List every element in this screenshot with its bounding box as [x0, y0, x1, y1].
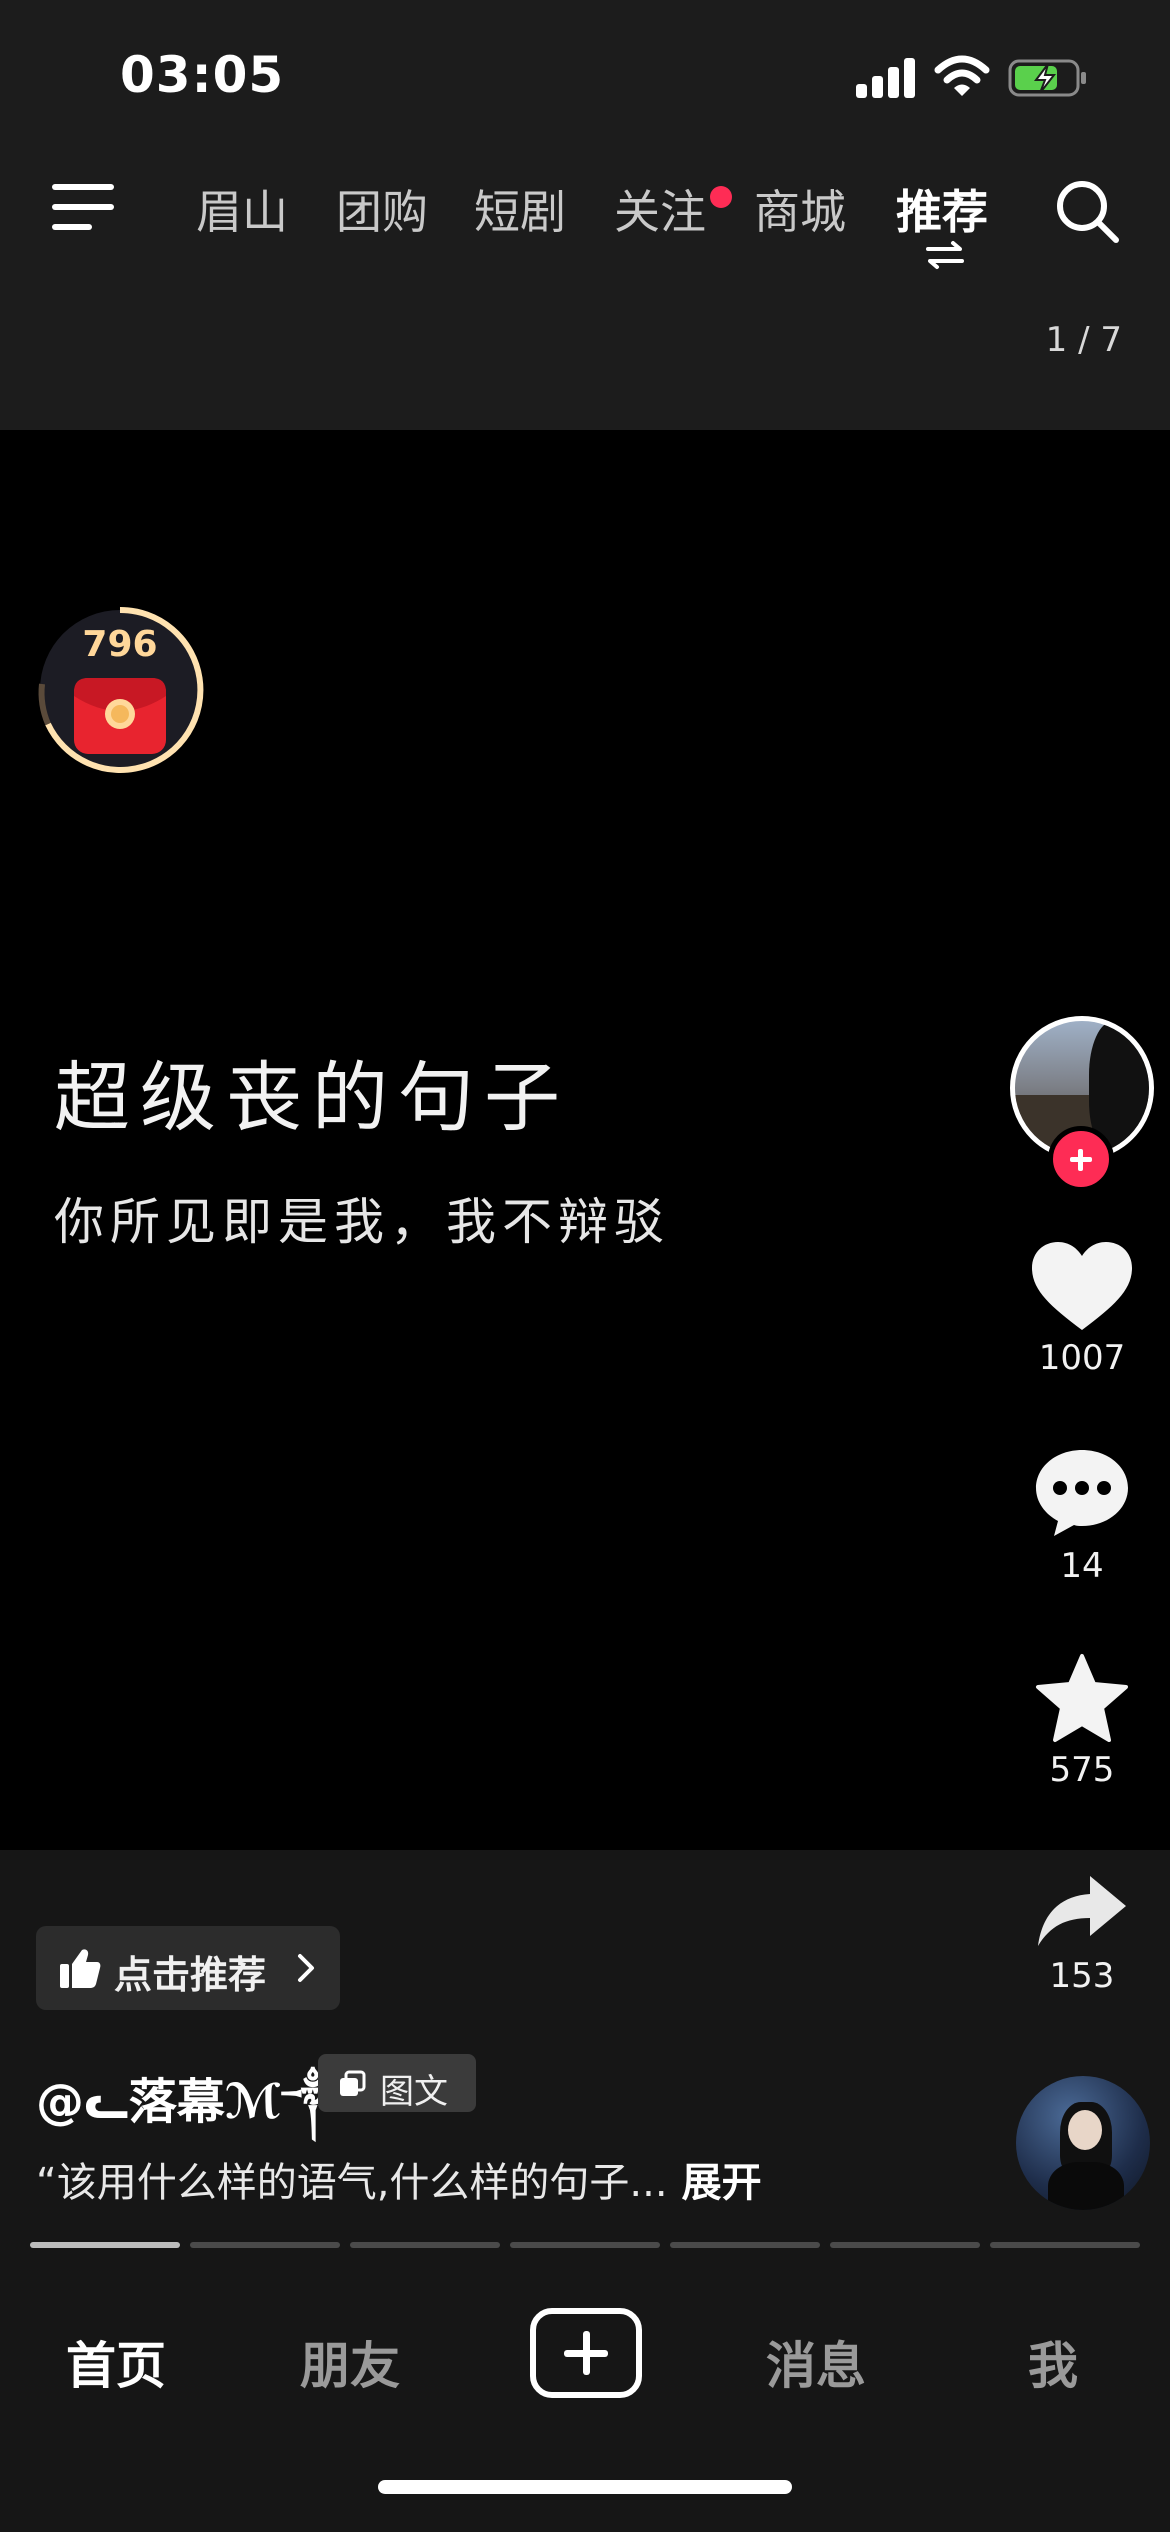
share-count: 153	[1049, 1956, 1115, 1996]
tab-following[interactable]: 关注	[614, 176, 706, 242]
image-progress	[30, 2242, 1140, 2250]
share-button[interactable]: 153	[1020, 1872, 1144, 1996]
progress-segment	[350, 2242, 500, 2248]
post-subtitle: 你所见即是我，我不辩驳	[54, 1193, 670, 1251]
tab-recommend[interactable]: 推荐	[896, 176, 988, 242]
tab-short-drama[interactable]: 短剧	[474, 176, 566, 242]
nav-me[interactable]: 我	[1028, 2326, 1078, 2398]
status-time: 03:05	[120, 46, 285, 104]
status-bar: 03:05	[0, 0, 1170, 150]
thumbs-up-icon	[60, 1949, 101, 1988]
recommend-label: 点击推荐	[114, 1953, 267, 1997]
tab-meishan[interactable]: 眉山	[196, 176, 288, 242]
progress-segment	[990, 2242, 1140, 2248]
post-title: 超级丧的句子	[54, 1053, 570, 1142]
battery-icon	[1008, 59, 1086, 97]
nav-messages[interactable]: 消息	[766, 2326, 866, 2398]
create-button[interactable]	[530, 2308, 642, 2398]
tab-bar: 眉山 团购 短剧 关注 商城 推荐	[0, 176, 1170, 256]
wifi-icon	[934, 55, 990, 96]
gallery-icon	[340, 2070, 366, 2096]
progress-segment	[670, 2242, 820, 2248]
comment-icon	[1036, 1450, 1128, 1536]
recommend-button[interactable]: 点击推荐	[36, 1926, 340, 2010]
comment-button[interactable]: 14	[1020, 1446, 1144, 1586]
signal-icon	[856, 56, 916, 98]
nav-friends[interactable]: 朋友	[300, 2326, 400, 2398]
top-nav: 眉山 团购 短剧 关注 商城 推荐 1 / 7	[0, 150, 1170, 430]
notification-dot	[710, 186, 732, 208]
follow-button[interactable]	[1048, 1126, 1114, 1192]
favorite-count: 575	[1049, 1750, 1115, 1790]
swap-icon[interactable]	[924, 240, 966, 270]
expand-button[interactable]: 展开	[682, 2160, 762, 2206]
heart-icon	[1032, 1242, 1132, 1330]
search-icon[interactable]	[1052, 176, 1122, 246]
music-disc[interactable]	[1016, 2076, 1150, 2210]
page-counter: 1 / 7	[1045, 320, 1122, 360]
like-count: 1007	[1038, 1338, 1126, 1378]
share-icon	[1038, 1876, 1126, 1946]
reward-count: 796	[82, 624, 158, 665]
post-caption[interactable]: “该用什么样的语气,什么样的句子... 展开	[36, 2150, 762, 2208]
progress-segment	[30, 2242, 180, 2248]
post-type-badge: 图文	[318, 2054, 476, 2112]
caption-text: “该用什么样的语气,什么样的句子...	[36, 2160, 668, 2206]
tab-mall[interactable]: 商城	[754, 176, 846, 242]
tab-group-buy[interactable]: 团购	[336, 176, 428, 242]
chevron-right-icon	[298, 1954, 314, 1982]
comment-count: 14	[1060, 1546, 1104, 1586]
post-type-label: 图文	[380, 2072, 448, 2112]
home-indicator[interactable]	[378, 2480, 792, 2494]
favorite-button[interactable]: 575	[1020, 1652, 1144, 1790]
progress-segment	[510, 2242, 660, 2248]
star-icon	[1036, 1654, 1128, 1742]
progress-segment	[190, 2242, 340, 2248]
nav-home[interactable]: 首页	[66, 2326, 166, 2398]
progress-segment	[830, 2242, 980, 2248]
like-button[interactable]: 1007	[1020, 1240, 1144, 1378]
reward-widget[interactable]: 796	[34, 604, 206, 776]
